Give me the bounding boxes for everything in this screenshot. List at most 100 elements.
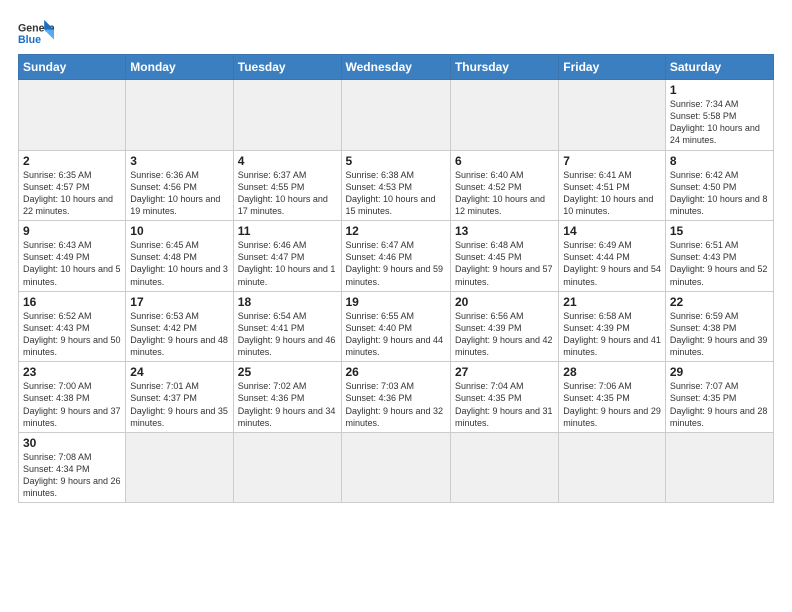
day-number: 17 [130, 295, 228, 309]
day-number: 16 [23, 295, 121, 309]
calendar-day-cell: 16Sunrise: 6:52 AM Sunset: 4:43 PM Dayli… [19, 291, 126, 362]
calendar-week-3: 9Sunrise: 6:43 AM Sunset: 4:49 PM Daylig… [19, 221, 774, 292]
calendar-day-cell: 21Sunrise: 6:58 AM Sunset: 4:39 PM Dayli… [559, 291, 666, 362]
day-info: Sunrise: 6:48 AM Sunset: 4:45 PM Dayligh… [455, 239, 554, 288]
day-info: Sunrise: 6:55 AM Sunset: 4:40 PM Dayligh… [346, 310, 446, 359]
day-number: 21 [563, 295, 661, 309]
day-number: 8 [670, 154, 769, 168]
calendar-day-cell: 28Sunrise: 7:06 AM Sunset: 4:35 PM Dayli… [559, 362, 666, 433]
calendar-day-cell [341, 80, 450, 151]
calendar-day-cell: 7Sunrise: 6:41 AM Sunset: 4:51 PM Daylig… [559, 150, 666, 221]
day-info: Sunrise: 6:53 AM Sunset: 4:42 PM Dayligh… [130, 310, 228, 359]
day-number: 15 [670, 224, 769, 238]
day-info: Sunrise: 6:56 AM Sunset: 4:39 PM Dayligh… [455, 310, 554, 359]
svg-text:Blue: Blue [18, 34, 41, 46]
day-number: 12 [346, 224, 446, 238]
day-number: 19 [346, 295, 446, 309]
calendar-day-cell: 6Sunrise: 6:40 AM Sunset: 4:52 PM Daylig… [450, 150, 558, 221]
day-number: 3 [130, 154, 228, 168]
calendar-day-cell: 11Sunrise: 6:46 AM Sunset: 4:47 PM Dayli… [233, 221, 341, 292]
logo: General Blue [18, 18, 54, 48]
calendar-day-cell: 14Sunrise: 6:49 AM Sunset: 4:44 PM Dayli… [559, 221, 666, 292]
calendar-header-row: SundayMondayTuesdayWednesdayThursdayFrid… [19, 55, 774, 80]
day-number: 25 [238, 365, 337, 379]
day-number: 22 [670, 295, 769, 309]
calendar-day-cell: 24Sunrise: 7:01 AM Sunset: 4:37 PM Dayli… [126, 362, 233, 433]
calendar-day-cell [126, 80, 233, 151]
col-header-tuesday: Tuesday [233, 55, 341, 80]
day-info: Sunrise: 7:00 AM Sunset: 4:38 PM Dayligh… [23, 380, 121, 429]
day-info: Sunrise: 7:34 AM Sunset: 5:58 PM Dayligh… [670, 98, 769, 147]
calendar-day-cell [450, 80, 558, 151]
calendar-day-cell: 9Sunrise: 6:43 AM Sunset: 4:49 PM Daylig… [19, 221, 126, 292]
calendar-day-cell: 8Sunrise: 6:42 AM Sunset: 4:50 PM Daylig… [665, 150, 773, 221]
day-info: Sunrise: 7:06 AM Sunset: 4:35 PM Dayligh… [563, 380, 661, 429]
calendar-day-cell: 19Sunrise: 6:55 AM Sunset: 4:40 PM Dayli… [341, 291, 450, 362]
day-info: Sunrise: 6:47 AM Sunset: 4:46 PM Dayligh… [346, 239, 446, 288]
calendar-day-cell: 23Sunrise: 7:00 AM Sunset: 4:38 PM Dayli… [19, 362, 126, 433]
calendar-day-cell: 3Sunrise: 6:36 AM Sunset: 4:56 PM Daylig… [126, 150, 233, 221]
calendar-day-cell [665, 432, 773, 503]
calendar-week-4: 16Sunrise: 6:52 AM Sunset: 4:43 PM Dayli… [19, 291, 774, 362]
calendar-day-cell: 29Sunrise: 7:07 AM Sunset: 4:35 PM Dayli… [665, 362, 773, 433]
calendar-day-cell: 15Sunrise: 6:51 AM Sunset: 4:43 PM Dayli… [665, 221, 773, 292]
generalblue-logo-icon: General Blue [18, 18, 54, 48]
calendar-day-cell [233, 432, 341, 503]
calendar-day-cell: 5Sunrise: 6:38 AM Sunset: 4:53 PM Daylig… [341, 150, 450, 221]
day-info: Sunrise: 6:36 AM Sunset: 4:56 PM Dayligh… [130, 169, 228, 218]
calendar-week-1: 1Sunrise: 7:34 AM Sunset: 5:58 PM Daylig… [19, 80, 774, 151]
day-info: Sunrise: 6:49 AM Sunset: 4:44 PM Dayligh… [563, 239, 661, 288]
calendar-week-2: 2Sunrise: 6:35 AM Sunset: 4:57 PM Daylig… [19, 150, 774, 221]
day-number: 2 [23, 154, 121, 168]
day-number: 30 [23, 436, 121, 450]
col-header-saturday: Saturday [665, 55, 773, 80]
day-number: 18 [238, 295, 337, 309]
day-info: Sunrise: 7:04 AM Sunset: 4:35 PM Dayligh… [455, 380, 554, 429]
col-header-monday: Monday [126, 55, 233, 80]
day-info: Sunrise: 7:03 AM Sunset: 4:36 PM Dayligh… [346, 380, 446, 429]
col-header-friday: Friday [559, 55, 666, 80]
day-number: 10 [130, 224, 228, 238]
day-info: Sunrise: 6:40 AM Sunset: 4:52 PM Dayligh… [455, 169, 554, 218]
calendar-week-6: 30Sunrise: 7:08 AM Sunset: 4:34 PM Dayli… [19, 432, 774, 503]
day-info: Sunrise: 6:35 AM Sunset: 4:57 PM Dayligh… [23, 169, 121, 218]
calendar-day-cell [19, 80, 126, 151]
day-info: Sunrise: 6:58 AM Sunset: 4:39 PM Dayligh… [563, 310, 661, 359]
col-header-wednesday: Wednesday [341, 55, 450, 80]
page: General Blue SundayMondayTuesdayWednesda… [0, 0, 792, 612]
day-number: 9 [23, 224, 121, 238]
calendar-day-cell [559, 80, 666, 151]
calendar-day-cell: 12Sunrise: 6:47 AM Sunset: 4:46 PM Dayli… [341, 221, 450, 292]
calendar-day-cell: 20Sunrise: 6:56 AM Sunset: 4:39 PM Dayli… [450, 291, 558, 362]
day-info: Sunrise: 6:45 AM Sunset: 4:48 PM Dayligh… [130, 239, 228, 288]
day-number: 20 [455, 295, 554, 309]
day-info: Sunrise: 7:02 AM Sunset: 4:36 PM Dayligh… [238, 380, 337, 429]
calendar: SundayMondayTuesdayWednesdayThursdayFrid… [18, 54, 774, 503]
day-number: 14 [563, 224, 661, 238]
calendar-day-cell: 26Sunrise: 7:03 AM Sunset: 4:36 PM Dayli… [341, 362, 450, 433]
day-number: 5 [346, 154, 446, 168]
col-header-thursday: Thursday [450, 55, 558, 80]
day-number: 11 [238, 224, 337, 238]
day-info: Sunrise: 6:38 AM Sunset: 4:53 PM Dayligh… [346, 169, 446, 218]
day-number: 28 [563, 365, 661, 379]
day-info: Sunrise: 6:42 AM Sunset: 4:50 PM Dayligh… [670, 169, 769, 218]
calendar-day-cell [126, 432, 233, 503]
day-info: Sunrise: 7:07 AM Sunset: 4:35 PM Dayligh… [670, 380, 769, 429]
day-number: 1 [670, 83, 769, 97]
day-number: 6 [455, 154, 554, 168]
day-info: Sunrise: 7:08 AM Sunset: 4:34 PM Dayligh… [23, 451, 121, 500]
calendar-day-cell: 22Sunrise: 6:59 AM Sunset: 4:38 PM Dayli… [665, 291, 773, 362]
col-header-sunday: Sunday [19, 55, 126, 80]
day-number: 4 [238, 154, 337, 168]
calendar-day-cell [559, 432, 666, 503]
calendar-day-cell [450, 432, 558, 503]
day-number: 7 [563, 154, 661, 168]
day-info: Sunrise: 6:46 AM Sunset: 4:47 PM Dayligh… [238, 239, 337, 288]
day-info: Sunrise: 7:01 AM Sunset: 4:37 PM Dayligh… [130, 380, 228, 429]
day-info: Sunrise: 6:52 AM Sunset: 4:43 PM Dayligh… [23, 310, 121, 359]
day-info: Sunrise: 6:54 AM Sunset: 4:41 PM Dayligh… [238, 310, 337, 359]
calendar-day-cell: 30Sunrise: 7:08 AM Sunset: 4:34 PM Dayli… [19, 432, 126, 503]
day-number: 27 [455, 365, 554, 379]
calendar-day-cell: 10Sunrise: 6:45 AM Sunset: 4:48 PM Dayli… [126, 221, 233, 292]
